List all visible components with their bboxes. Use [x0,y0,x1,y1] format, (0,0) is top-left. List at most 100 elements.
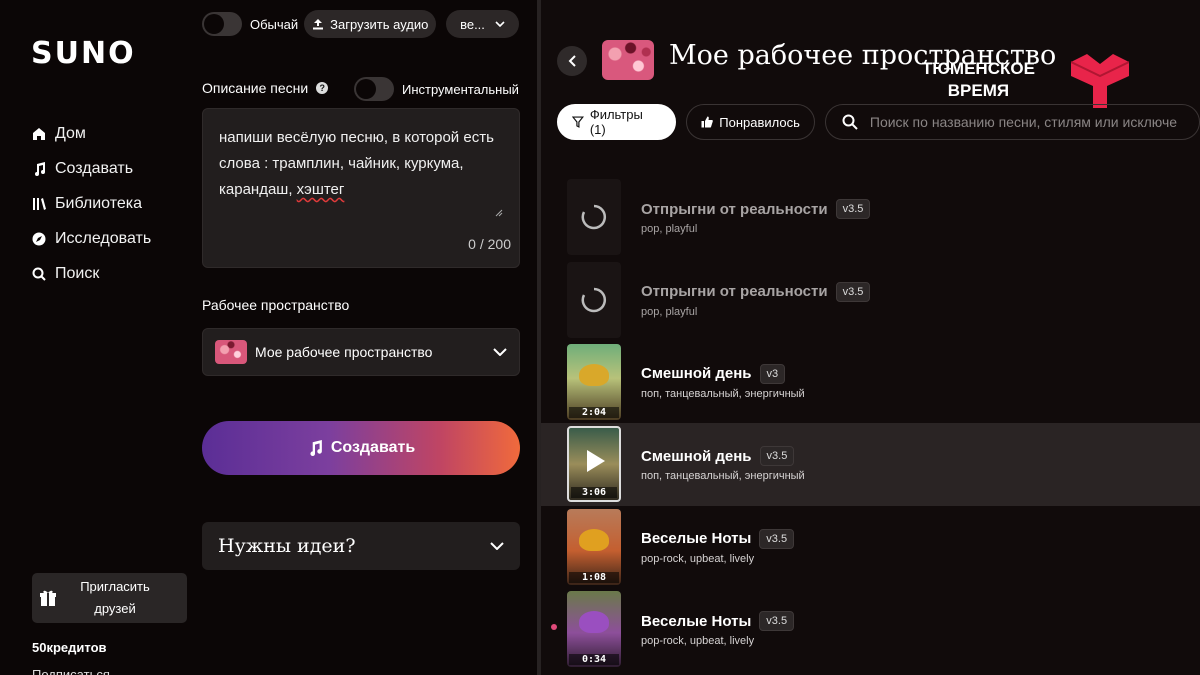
song-title[interactable]: Веселые Ноты [641,613,751,630]
song-search-input[interactable]: Поиск по названию песни, стилям или искл… [824,104,1200,140]
sidebar-item-search[interactable]: Поиск [31,256,151,291]
song-title[interactable]: Отпрыгни от реальности [641,283,828,300]
new-indicator-dot [551,624,557,630]
chevron-down-icon [490,542,504,550]
filter-icon [572,116,584,128]
invite-friends-label: Пригласить друзей [80,579,150,616]
search-icon [31,266,47,282]
filters-button[interactable]: Фильтры (1) [557,104,677,140]
song-tags: поп, танцевальный, энергичный [641,387,805,400]
liked-filter-label: Понравилось [719,114,800,130]
custom-mode-toggle[interactable] [202,12,242,36]
library-icon [31,196,47,212]
resize-handle-icon[interactable] [495,209,503,217]
version-badge: v3.5 [835,281,871,302]
song-cover[interactable]: 1:08 [567,508,621,585]
song-duration: 0:34 [569,654,619,666]
search-placeholder: Поиск по названию песни, стилям или искл… [869,114,1178,130]
need-ideas-accordion[interactable]: Нужны идеи? [202,522,520,570]
song-row[interactable]: 1:08 Веселые Ноты v3.5 pop-rock, upbeat,… [567,506,1200,588]
song-description-label: Описание песни [202,80,309,96]
song-title[interactable]: Отпрыгни от реальности [641,201,828,218]
song-tags: pop, playful [641,305,698,318]
sidebar-item-create[interactable]: Создавать [31,151,151,186]
sidebar-item-label: Создавать [55,159,134,177]
subscribe-link[interactable]: Подписаться [32,667,110,675]
help-icon[interactable]: ? [316,82,329,94]
instrumental-row: Инструментальный [354,77,519,101]
prompt-misspelled-word: хэштег [296,181,345,198]
version-select[interactable]: ве... [446,10,519,38]
upload-audio-label: Загрузить аудио [330,16,429,32]
version-badge: v3.5 [759,446,795,467]
thumbs-up-icon [701,116,714,128]
compass-icon [31,231,47,247]
sidebar-item-label: Поиск [55,264,100,282]
invite-friends-button[interactable]: Пригласить друзей [32,573,187,623]
loading-spinner-icon [581,204,607,230]
teapot-image [579,528,609,551]
song-cover[interactable]: 3:06 [567,426,621,503]
chevron-down-icon [493,348,507,356]
mode-row: Обычай Загрузить аудио [202,10,437,38]
liked-filter-button[interactable]: Понравилось [686,104,815,140]
song-tags: pop-rock, upbeat, lively [641,635,755,648]
song-cover[interactable]: 2:04 [567,343,621,420]
instrumental-label: Инструментальный [402,81,519,97]
sidebar-item-label: Библиотека [55,194,142,212]
song-duration: 1:08 [569,571,619,583]
workspace-select-value: Мое рабочее пространство [255,344,433,360]
song-duration: 2:04 [569,406,619,418]
song-tags: поп, танцевальный, энергичный [641,470,805,483]
song-row[interactable]: Отпрыгни от реальности v3.5 pop, playful [567,176,1200,258]
filter-bar: Фильтры (1) Понравилось Поиск по названи… [557,104,1200,140]
watermark-line: ВРЕМЯ [947,81,1010,100]
home-icon [31,126,47,142]
suno-logo[interactable]: SUNO [31,36,136,71]
sidebar-item-home[interactable]: Дом [31,116,151,151]
song-info: Отпрыгни от реальности v3.5 pop, playful [641,281,871,318]
song-info: Смешной день v3.5 поп, танцевальный, эне… [641,446,805,482]
song-row[interactable]: Отпрыгни от реальности v3.5 pop, playful [567,258,1200,340]
song-cover-loading [567,179,621,256]
version-label: ве... [460,16,485,32]
teapot-image [579,611,609,634]
song-title[interactable]: Веселые Ноты [641,530,751,547]
song-description-input[interactable]: напиши весёлую песню, в которой есть сло… [202,108,520,268]
upload-audio-button[interactable]: Загрузить аудио [304,10,437,38]
song-title[interactable]: Смешной день [641,448,752,465]
version-badge: v3.5 [759,611,795,632]
version-badge: v3.5 [835,199,871,220]
upload-icon [313,19,324,30]
create-button-label: Создавать [330,439,416,456]
loading-spinner-icon [581,287,607,312]
song-tags: pop, playful [641,223,698,236]
song-title[interactable]: Смешной день [641,365,752,382]
watermark-logo-icon [1071,54,1129,108]
version-badge: v3 [759,363,786,384]
sidebar-item-explore[interactable]: Исследовать [31,221,151,256]
gift-icon [40,590,56,606]
sidebar-item-library[interactable]: Библиотека [31,186,151,221]
song-row[interactable]: 0:34 Веселые Ноты v3.5 pop-rock, upbeat,… [567,588,1200,670]
chevron-down-icon [495,21,505,27]
song-row-active[interactable]: 3:06 Смешной день v3.5 поп, танцевальный… [541,423,1200,506]
workspace-cover [602,40,654,80]
workspace-select[interactable]: Мое рабочее пространство [202,328,520,376]
song-cover-loading [567,261,621,338]
song-info: Смешной день v3 поп, танцевальный, энерг… [641,363,805,400]
create-button[interactable]: Создавать [202,421,520,475]
play-icon[interactable] [587,450,605,473]
instrumental-toggle[interactable] [354,77,394,101]
song-cover[interactable]: 0:34 [567,591,621,668]
version-badge: v3.5 [759,528,795,549]
teapot-image [579,363,609,386]
song-row[interactable]: 2:04 Смешной день v3 поп, танцевальный, … [567,341,1200,423]
char-counter: 0 / 200 [468,236,511,252]
sidebar-nav: Дом Создавать Библиотека Исследовать Пои… [31,116,151,291]
back-button[interactable] [557,46,587,76]
custom-mode-label: Обычай [250,16,299,32]
song-list: Отпрыгни от реальности v3.5 pop, playful… [541,176,1200,670]
music-note-icon [310,440,322,456]
workspace-label: Рабочее пространство [202,297,350,313]
